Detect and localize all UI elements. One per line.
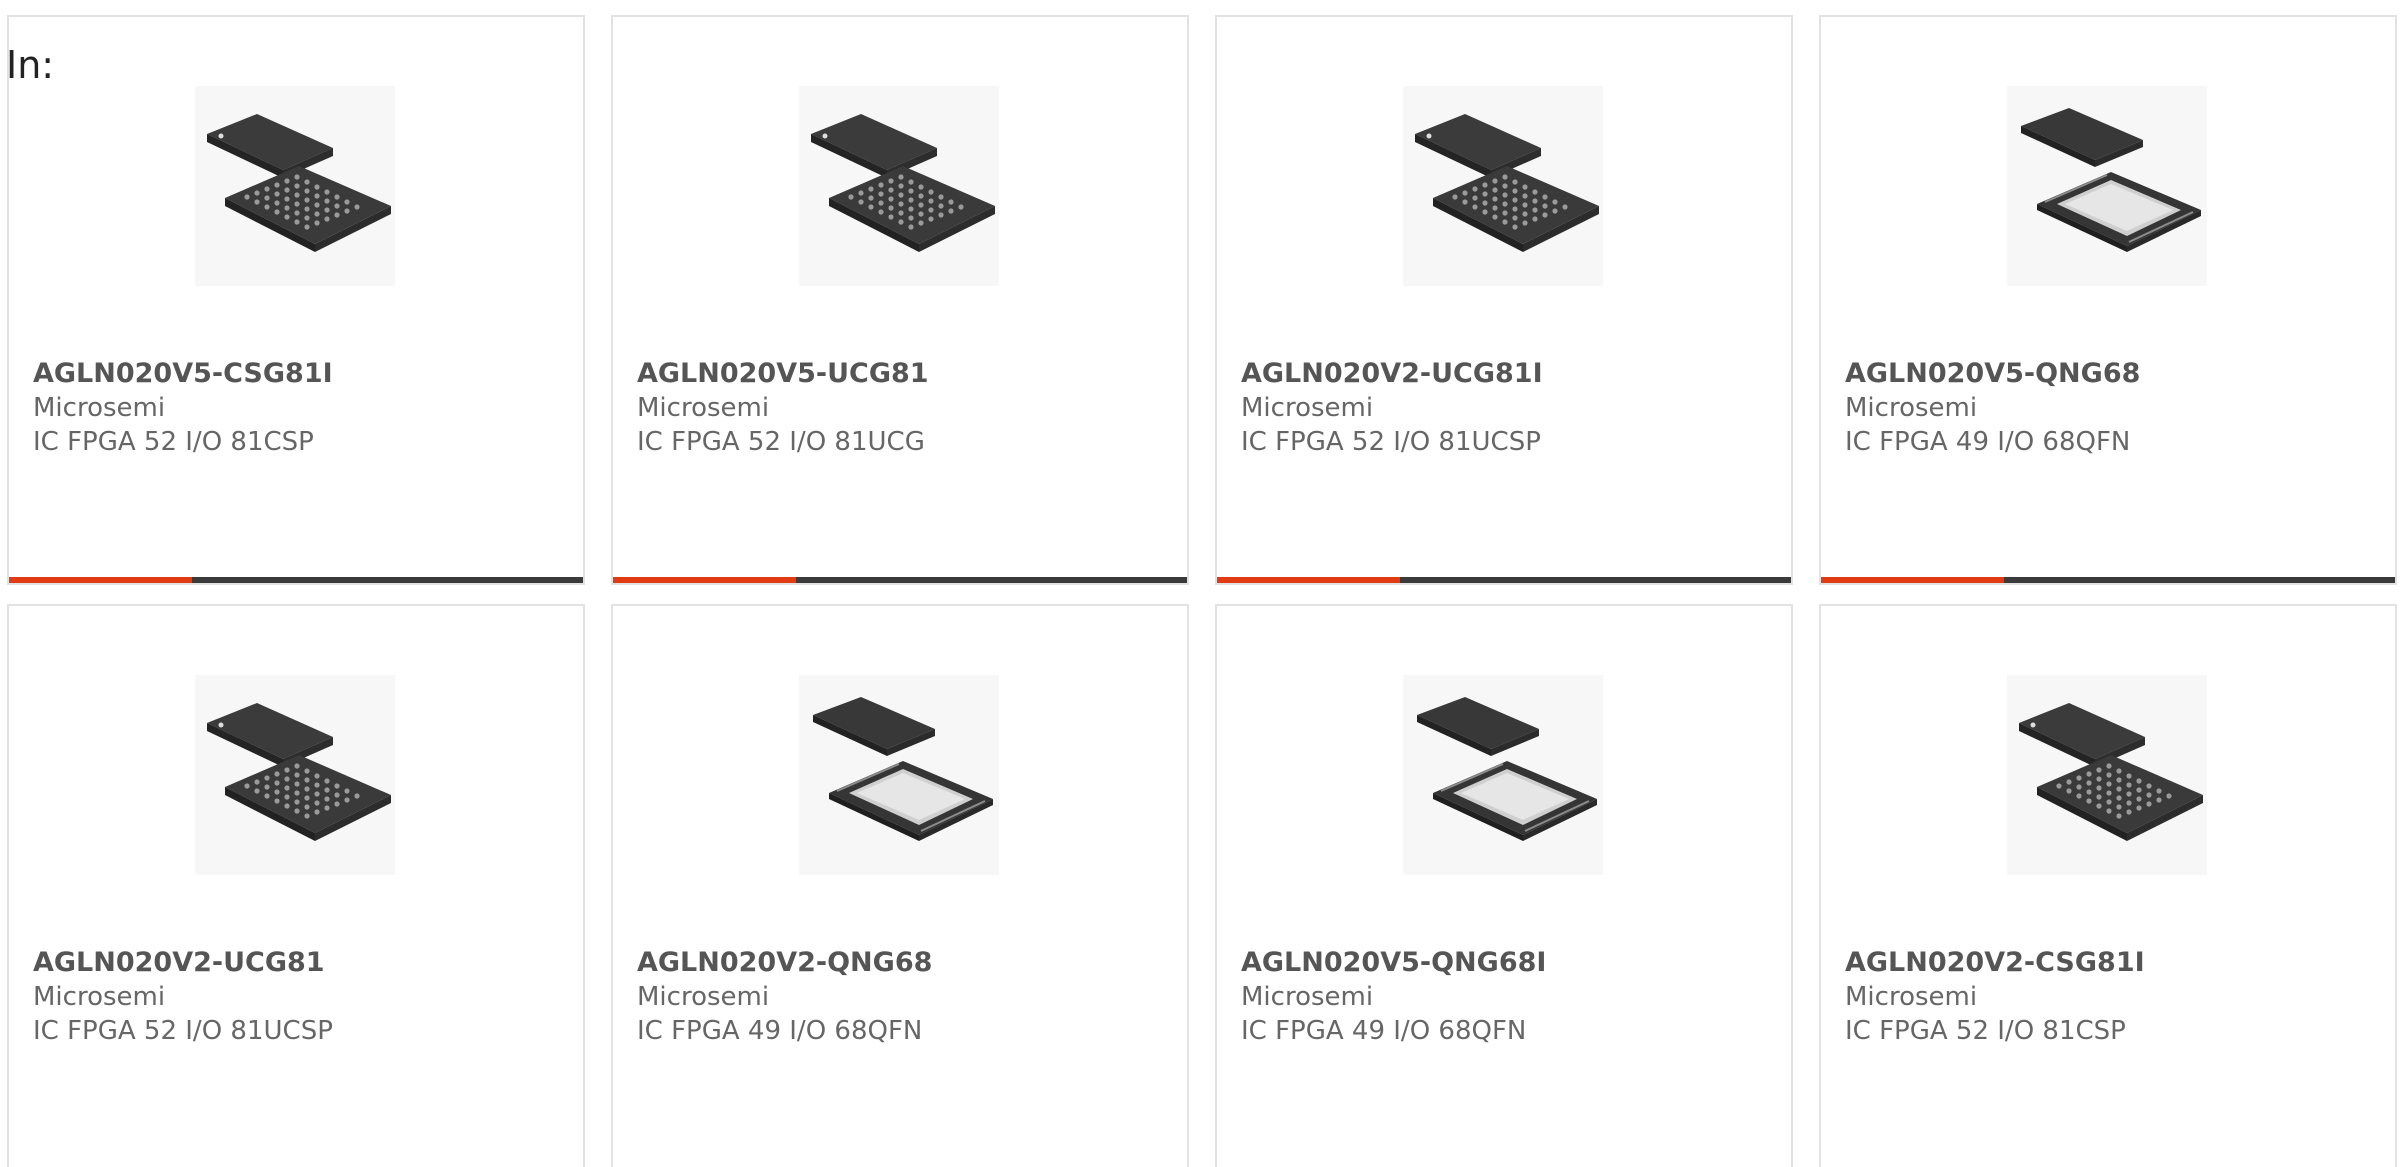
- product-card[interactable]: AGLN020V5-CSG81I Microsemi IC FPGA 52 I/…: [7, 15, 585, 585]
- part-number-link[interactable]: AGLN020V5-CSG81I: [33, 357, 333, 391]
- part-number-link[interactable]: AGLN020V5-UCG81: [637, 357, 929, 391]
- manufacturer-name: Microsemi: [1845, 982, 1978, 1012]
- qfn-chip-icon: [799, 675, 999, 875]
- filter-in-label: In:: [6, 43, 55, 87]
- card-bottom-bar: [613, 577, 1187, 583]
- part-number-link[interactable]: AGLN020V2-UCG81I: [1241, 357, 1543, 391]
- product-card[interactable]: AGLN020V2-QNG68 Microsemi IC FPGA 49 I/O…: [611, 604, 1189, 1167]
- product-description: IC FPGA 52 I/O 81CSP: [1845, 1016, 2126, 1046]
- bga-chip-icon: [2007, 675, 2207, 875]
- card-bottom-bar: [1217, 577, 1791, 583]
- product-description: IC FPGA 49 I/O 68QFN: [1241, 1016, 1527, 1046]
- manufacturer-name: Microsemi: [33, 982, 166, 1012]
- product-card[interactable]: AGLN020V5-UCG81 Microsemi IC FPGA 52 I/O…: [611, 15, 1189, 585]
- product-description: IC FPGA 49 I/O 68QFN: [637, 1016, 923, 1046]
- card-accent-bar: [9, 577, 192, 583]
- manufacturer-name: Microsemi: [1845, 393, 1978, 423]
- card-accent-bar: [1821, 577, 2004, 583]
- part-number-link[interactable]: AGLN020V2-UCG81: [33, 946, 325, 980]
- product-card[interactable]: AGLN020V5-QNG68 Microsemi IC FPGA 49 I/O…: [1819, 15, 2397, 585]
- part-number-link[interactable]: AGLN020V5-QNG68: [1845, 357, 2140, 391]
- product-description: IC FPGA 52 I/O 81CSP: [33, 427, 314, 457]
- product-card[interactable]: AGLN020V5-QNG68I Microsemi IC FPGA 49 I/…: [1215, 604, 1793, 1167]
- manufacturer-name: Microsemi: [637, 393, 770, 423]
- card-bottom-bar: [1821, 577, 2395, 583]
- card-accent-bar: [1217, 577, 1400, 583]
- part-number-link[interactable]: AGLN020V2-QNG68: [637, 946, 932, 980]
- part-number-link[interactable]: AGLN020V2-CSG81I: [1845, 946, 2145, 980]
- qfn-chip-icon: [2007, 86, 2207, 286]
- product-description: IC FPGA 52 I/O 81UCSP: [1241, 427, 1541, 457]
- manufacturer-name: Microsemi: [637, 982, 770, 1012]
- bga-chip-icon: [195, 675, 395, 875]
- product-card[interactable]: AGLN020V2-UCG81I Microsemi IC FPGA 52 I/…: [1215, 15, 1793, 585]
- card-accent-bar: [613, 577, 796, 583]
- product-description: IC FPGA 52 I/O 81UCG: [637, 427, 925, 457]
- card-bottom-bar: [9, 577, 583, 583]
- bga-chip-icon: [799, 86, 999, 286]
- manufacturer-name: Microsemi: [1241, 393, 1374, 423]
- part-number-link[interactable]: AGLN020V5-QNG68I: [1241, 946, 1546, 980]
- qfn-chip-icon: [1403, 675, 1603, 875]
- product-description: IC FPGA 52 I/O 81UCSP: [33, 1016, 333, 1046]
- manufacturer-name: Microsemi: [1241, 982, 1374, 1012]
- product-grid-page: In: AGLN020V5-CSG81I Microsemi IC FPGA 5…: [0, 0, 2400, 1167]
- manufacturer-name: Microsemi: [33, 393, 166, 423]
- bga-chip-icon: [1403, 86, 1603, 286]
- product-description: IC FPGA 49 I/O 68QFN: [1845, 427, 2131, 457]
- product-card[interactable]: AGLN020V2-CSG81I Microsemi IC FPGA 52 I/…: [1819, 604, 2397, 1167]
- product-card[interactable]: AGLN020V2-UCG81 Microsemi IC FPGA 52 I/O…: [7, 604, 585, 1167]
- bga-chip-icon: [195, 86, 395, 286]
